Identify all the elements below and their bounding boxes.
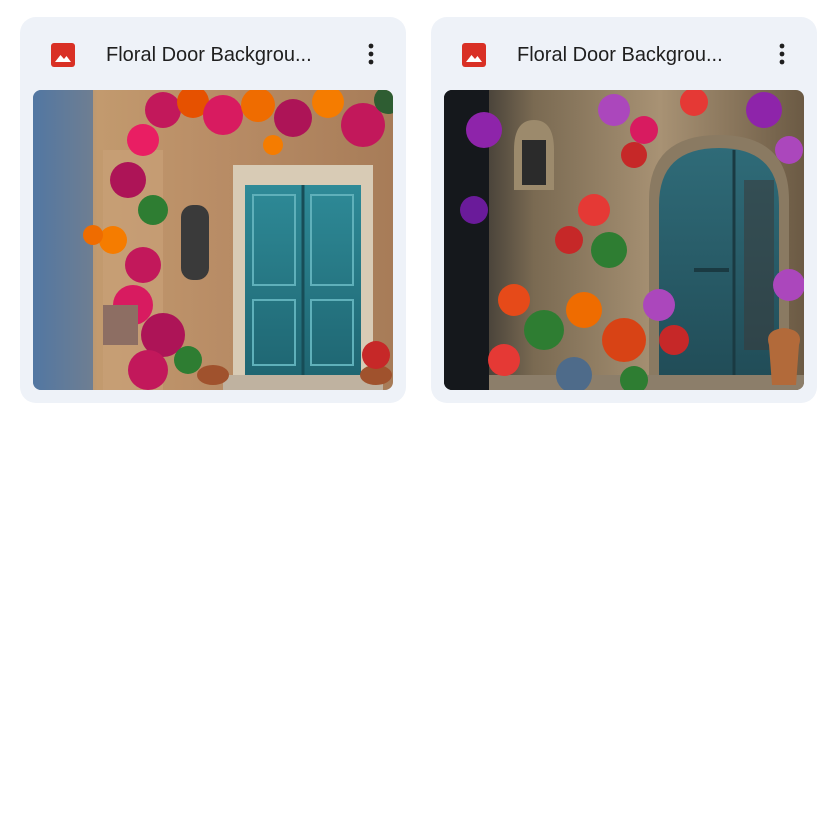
file-title: Floral Door Backgrou... <box>517 44 723 66</box>
file-card-header: Floral Door Backgrou... <box>20 17 406 90</box>
file-card[interactable]: Floral Door Backgrou... <box>20 17 406 403</box>
file-card[interactable]: Floral Door Backgrou... <box>431 17 817 403</box>
image-file-icon <box>461 42 487 68</box>
file-grid: Floral Door Backgrou... Floral Door Back… <box>20 17 817 403</box>
file-title: Floral Door Backgrou... <box>106 44 312 66</box>
file-thumbnail[interactable] <box>33 90 393 390</box>
more-vertical-icon[interactable] <box>765 37 799 71</box>
more-vertical-icon[interactable] <box>354 37 388 71</box>
file-thumbnail[interactable] <box>444 90 804 390</box>
image-file-icon <box>50 42 76 68</box>
file-card-header: Floral Door Backgrou... <box>431 17 817 90</box>
